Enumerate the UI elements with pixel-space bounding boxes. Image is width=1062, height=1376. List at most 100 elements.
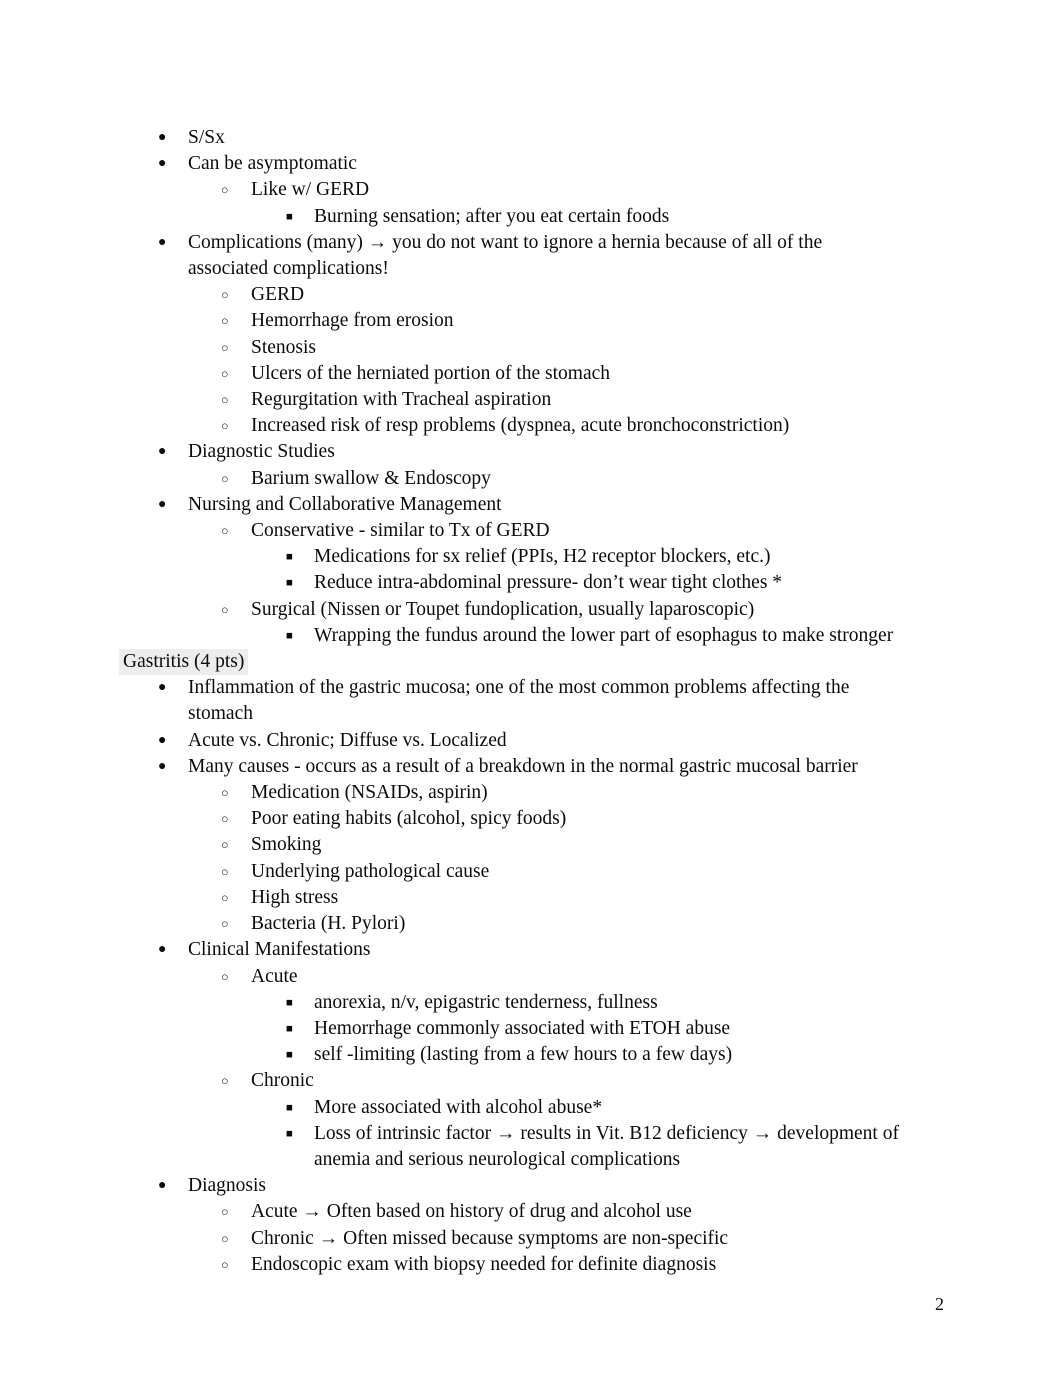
list-item: ○ Chronic: [0, 1068, 1062, 1094]
bullet-circle-icon: ○: [221, 288, 229, 303]
bullet-circle-icon: ○: [221, 969, 229, 984]
bullet-square-icon: ■: [286, 1022, 293, 1035]
bullet-square-icon: ■: [286, 1049, 293, 1062]
list-item-text: Underlying pathological cause: [251, 860, 490, 882]
list-item: ● Many causes - occurs as a result of a b…: [0, 754, 1062, 780]
list-item-text: Acute: [251, 965, 298, 987]
list-item-text: Hemorrhage from erosion: [251, 310, 454, 332]
bullet-circle-icon: ○: [221, 366, 229, 381]
list-item-text: Clinical Manifestations: [188, 939, 371, 961]
bullet-disc-icon: ●: [158, 942, 167, 958]
bullet-circle-icon: ○: [221, 183, 229, 198]
list-item: ○ Barium swallow & Endoscopy: [0, 466, 1062, 492]
list-item-text: High stress: [251, 886, 339, 908]
list-item-text: Conservative - similar to Tx of GERD: [251, 520, 550, 542]
list-item-text: S/Sx: [188, 127, 225, 148]
bullet-circle-icon: ○: [221, 524, 229, 539]
bullet-circle-icon: ○: [221, 314, 229, 329]
list-item-text: Medications for sx relief (PPIs, H2 rece…: [314, 546, 771, 568]
bullet-square-icon: ■: [286, 551, 293, 564]
list-item: ■ self -limiting (lasting from a few hour…: [0, 1042, 1062, 1068]
list-item: ■ Hemorrhage commonly associated with ETO…: [0, 1016, 1062, 1042]
list-item: ■ Medications for sx relief (PPIs, H2 rec…: [0, 544, 1062, 570]
list-item-text: Can be asymptomatic: [188, 153, 357, 175]
list-item-text: Medication (NSAIDs, aspirin): [251, 782, 488, 804]
bullet-disc-icon: ●: [158, 234, 167, 250]
document-page: ● S/Sx ● Can be asymptomatic ○ Like w/ GERD ■ B…: [0, 0, 1062, 1376]
list-item-text: More associated with alcohol abuse*: [314, 1096, 603, 1118]
list-item-text: Regurgitation with Tracheal aspiration: [251, 389, 552, 411]
list-item: ■ Wrapping the fundus around the lower pa…: [0, 623, 1062, 649]
list-item: ■ Reduce intra-abdominal pressure- don’t …: [0, 570, 1062, 596]
list-item: ○ Regurgitation with Tracheal aspiration: [0, 387, 1062, 413]
list-item: ○ Endoscopic exam with biopsy needed for …: [0, 1252, 1062, 1278]
list-item: ● Clinical Manifestations: [0, 937, 1062, 963]
list-item: ■ Loss of intrinsic factor → results in V…: [0, 1121, 1062, 1173]
list-item-text: Poor eating habits (alcohol, spicy foods…: [251, 808, 567, 830]
list-item: ○ Ulcers of the herniated portion of the …: [0, 361, 1062, 387]
bullet-square-icon: ■: [286, 1101, 293, 1114]
bullet-square-icon: ■: [286, 210, 293, 223]
list-item: ● Diagnostic Studies: [0, 439, 1062, 465]
list-item-text: self -limiting (lasting from a few hours…: [314, 1044, 733, 1066]
list-item-text: Burning sensation; after you eat certain…: [314, 205, 670, 227]
list-item: ○ Underlying pathological cause: [0, 859, 1062, 885]
list-item-text: Diagnostic Studies: [188, 441, 335, 463]
bullet-disc-icon: ●: [158, 1178, 167, 1194]
bullet-circle-icon: ○: [221, 602, 229, 617]
list-item: ○ Conservative - similar to Tx of GERD: [0, 518, 1062, 544]
bullet-circle-icon: ○: [221, 471, 229, 486]
list-item-text: Chronic → Often missed because symptoms …: [251, 1227, 729, 1249]
list-item-text: Wrapping the fundus around the lower par…: [314, 624, 894, 646]
highlighted-text: Gastritis (4 pts): [119, 649, 249, 676]
list-item: ○ Smoking: [0, 832, 1062, 858]
list-item: ● Inflammation of the gastric mucosa; one…: [0, 675, 1062, 727]
bullet-circle-icon: ○: [221, 1231, 229, 1246]
bullet-square-icon: ■: [286, 1127, 293, 1140]
document-body: ● S/Sx ● Can be asymptomatic ○ Like w/ GERD ■ B…: [0, 0, 1062, 1278]
list-item-text: Smoking: [251, 834, 322, 856]
bullet-circle-icon: ○: [221, 864, 229, 879]
list-item: ● Can be asymptomatic: [0, 151, 1062, 177]
bullet-circle-icon: ○: [221, 1074, 229, 1089]
bullet-disc-icon: ●: [158, 758, 167, 774]
list-item-text: Increased risk of resp problems (dyspnea…: [251, 415, 790, 437]
bullet-disc-icon: ●: [158, 680, 167, 696]
bullet-circle-icon: ○: [221, 340, 229, 355]
page-number: 2: [935, 1294, 944, 1314]
bullet-disc-icon: ●: [158, 496, 167, 512]
bullet-circle-icon: ○: [221, 786, 229, 801]
list-item-text: Nursing and Collaborative Management: [188, 493, 502, 515]
bullet-circle-icon: ○: [221, 393, 229, 408]
list-item-text: Complications (many) → you do not want t…: [188, 231, 823, 280]
list-item-text: Acute vs. Chronic; Diffuse vs. Localized: [188, 729, 507, 751]
list-item-text: anorexia, n/v, epigastric tenderness, fu…: [314, 991, 658, 1013]
list-item: ○ Bacteria (H. Pylori): [0, 911, 1062, 937]
list-item-text: Many causes - occurs as a result of a br…: [188, 755, 858, 777]
list-item: ○ Poor eating habits (alcohol, spicy food…: [0, 806, 1062, 832]
bullet-circle-icon: ○: [221, 890, 229, 905]
bullet-disc-icon: ●: [158, 156, 167, 172]
bullet-square-icon: ■: [286, 629, 293, 642]
list-item-text: GERD: [251, 284, 305, 306]
list-item-text: Endoscopic exam with biopsy needed for d…: [251, 1253, 717, 1275]
list-item: ● Nursing and Collaborative Management: [0, 492, 1062, 518]
list-item-text: Inflammation of the gastric mucosa; one …: [188, 677, 850, 725]
list-item-text: Loss of intrinsic factor → results in Vi…: [314, 1122, 899, 1170]
list-item-text: Surgical (Nissen or Toupet fundoplicatio…: [251, 598, 755, 620]
bullet-disc-icon: ●: [158, 444, 167, 460]
list-item: ● Diagnosis: [0, 1173, 1062, 1199]
bullet-circle-icon: ○: [221, 1205, 229, 1220]
list-item-text: Bacteria (H. Pylori): [251, 913, 406, 935]
list-item: ■ anorexia, n/v, epigastric tenderness, f…: [0, 990, 1062, 1016]
list-item: ○ Chronic → Often missed because symptoms…: [0, 1226, 1062, 1252]
bullet-disc-icon: ●: [158, 732, 167, 748]
list-item: ■ More associated with alcohol abuse*: [0, 1095, 1062, 1121]
list-item: ○ Surgical (Nissen or Toupet fundoplicati…: [0, 597, 1062, 623]
list-item-text: Stenosis: [251, 336, 317, 358]
list-item-text: Diagnosis: [188, 1175, 266, 1197]
section-heading: Gastritis (4 pts): [0, 649, 1062, 676]
bullet-square-icon: ■: [286, 996, 293, 1009]
list-item-text: Ulcers of the herniated portion of the s…: [251, 362, 611, 384]
list-item: ○ Medication (NSAIDs, aspirin): [0, 780, 1062, 806]
